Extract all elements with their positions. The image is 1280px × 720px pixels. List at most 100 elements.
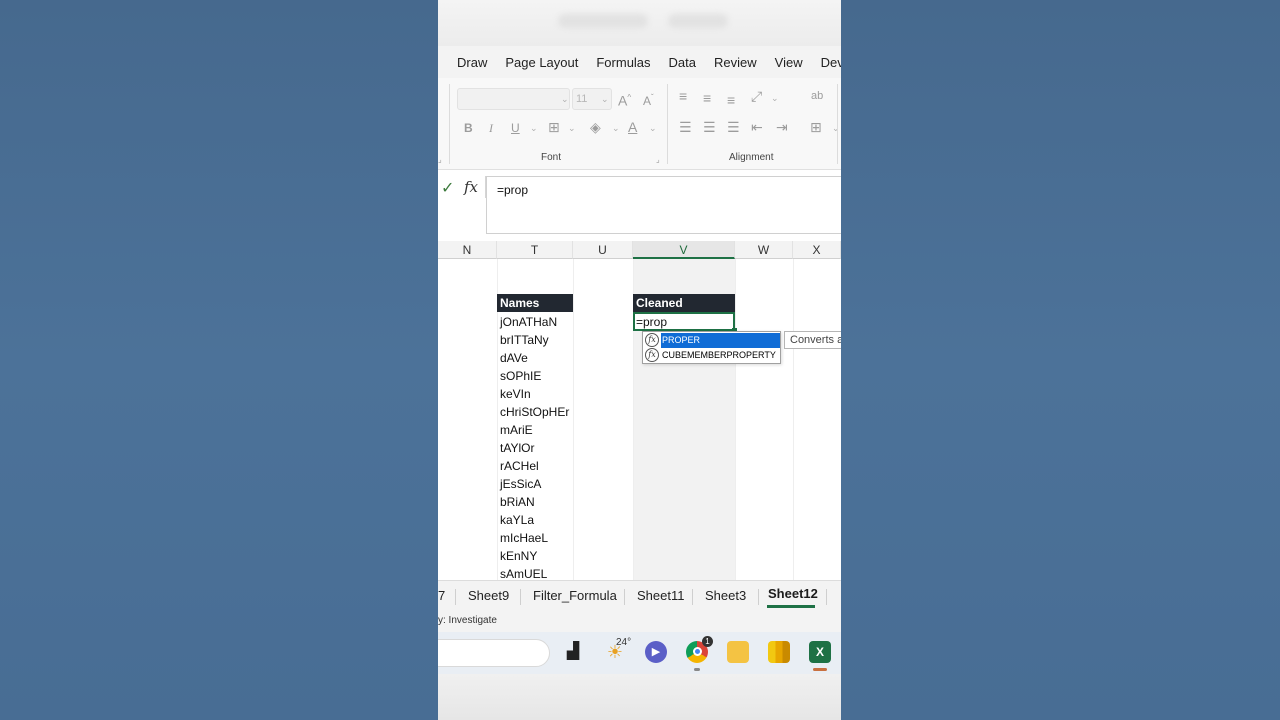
- decrease-indent-icon[interactable]: ⇤: [751, 119, 763, 135]
- align-left-icon[interactable]: ☰: [679, 119, 692, 135]
- file-explorer-icon[interactable]: [727, 641, 749, 663]
- taskbar-search-box[interactable]: [438, 639, 550, 667]
- function-icon: fx: [645, 333, 659, 347]
- menu-developer[interactable]: Develop: [812, 55, 841, 70]
- name-cell[interactable]: jOnATHaN: [500, 313, 557, 331]
- excel-icon[interactable]: X: [809, 641, 831, 663]
- increase-font-size-icon[interactable]: A^: [618, 90, 631, 109]
- cleaned-header-cell[interactable]: Cleaned: [633, 294, 735, 312]
- ribbon-separator: [667, 84, 668, 164]
- sheet-tab-sheet11[interactable]: Sheet11: [637, 588, 684, 603]
- autocomplete-item-proper[interactable]: fx PROPER: [643, 333, 780, 348]
- name-cell[interactable]: dAVe: [500, 349, 528, 367]
- fill-color-icon[interactable]: ◈: [590, 119, 601, 135]
- tab-separator: [624, 589, 625, 605]
- column-header-u[interactable]: U: [573, 241, 633, 259]
- formula-input[interactable]: =prop: [486, 176, 841, 234]
- autocomplete-item-label: CUBEMEMBERPROPERTY: [662, 350, 776, 360]
- ribbon-separator: [837, 84, 838, 164]
- column-header-w[interactable]: W: [735, 241, 793, 259]
- sheet-tab-sheet9[interactable]: Sheet9: [468, 588, 509, 603]
- font-size-value: 11: [576, 93, 588, 105]
- align-right-icon[interactable]: ☰: [727, 119, 740, 135]
- windows-taskbar: ▟ ☀ 24° ▶ 1 X: [438, 632, 841, 674]
- chevron-down-icon: ⌄: [601, 94, 609, 104]
- sheet-tab-filter-formula[interactable]: Filter_Formula: [533, 588, 617, 603]
- menu-data[interactable]: Data: [660, 55, 705, 70]
- sheet-tab-sheet12[interactable]: Sheet12: [768, 586, 818, 601]
- function-tooltip: Converts a: [784, 331, 841, 349]
- ribbon-menu-bar: Draw Page Layout Formulas Data Review Vi…: [438, 46, 841, 78]
- name-cell[interactable]: keVIn: [500, 385, 531, 403]
- font-name-dropdown[interactable]: [457, 88, 570, 110]
- sheet-tab-sheet3[interactable]: Sheet3: [705, 588, 746, 603]
- active-cell-text: =prop: [636, 315, 668, 329]
- sheet-tab-7[interactable]: 7: [438, 588, 445, 603]
- wrap-text-icon[interactable]: ab: [811, 88, 823, 104]
- name-cell[interactable]: cHriStOpHEr: [500, 403, 569, 421]
- alignment-group-label: Alignment: [729, 152, 774, 163]
- merge-center-icon[interactable]: ⊞: [810, 119, 822, 135]
- accessibility-status[interactable]: y: Investigate: [438, 615, 497, 626]
- increase-indent-icon[interactable]: ⇥: [776, 119, 788, 135]
- name-cell[interactable]: kEnNY: [500, 547, 537, 565]
- column-header-n[interactable]: N: [438, 241, 497, 259]
- name-cell[interactable]: tAYlOr: [500, 439, 534, 457]
- decrease-font-size-icon[interactable]: Aˇ: [643, 90, 654, 109]
- excel-window: Draw Page Layout Formulas Data Review Vi…: [438, 0, 841, 720]
- bold-button[interactable]: B: [464, 120, 473, 136]
- power-bi-icon[interactable]: [768, 641, 790, 663]
- status-bar: y: Investigate: [438, 610, 841, 632]
- grid-line: [735, 259, 736, 580]
- italic-button[interactable]: I: [489, 120, 493, 136]
- active-cell-v[interactable]: =prop: [633, 312, 735, 331]
- autocomplete-item-cubememberproperty[interactable]: fx CUBEMEMBERPROPERTY: [643, 348, 780, 363]
- chat-icon[interactable]: ▶: [645, 641, 667, 663]
- tab-separator: [758, 589, 759, 605]
- column-header-x[interactable]: X: [793, 241, 841, 259]
- column-header-v[interactable]: V: [633, 241, 735, 259]
- active-tab-indicator: [767, 605, 815, 608]
- middle-align-icon[interactable]: ≡: [703, 90, 711, 106]
- underline-button[interactable]: U: [511, 120, 520, 136]
- chrome-notification-badge: 1: [702, 636, 713, 647]
- font-color-icon[interactable]: A: [628, 119, 637, 135]
- bottom-align-icon[interactable]: ≡: [727, 92, 735, 108]
- align-center-icon[interactable]: ☰: [703, 119, 716, 135]
- borders-icon[interactable]: ⊞: [548, 119, 560, 135]
- insert-function-icon[interactable]: fx: [464, 178, 478, 196]
- name-cell[interactable]: kaYLa: [500, 511, 534, 529]
- menu-page-layout[interactable]: Page Layout: [496, 55, 587, 70]
- orientation-icon[interactable]: ⤢: [751, 88, 762, 104]
- font-dialog-launcher-icon[interactable]: ⌟: [656, 155, 660, 164]
- chevron-down-icon: ⌄: [832, 123, 840, 133]
- chevron-down-icon: ⌄: [612, 123, 620, 133]
- clipboard-dialog-launcher-icon[interactable]: ⌟: [438, 155, 442, 164]
- function-icon: fx: [645, 348, 659, 362]
- name-cell[interactable]: sOPhIE: [500, 367, 541, 385]
- chevron-down-icon: ⌄: [561, 94, 569, 104]
- names-header-cell[interactable]: Names: [497, 294, 573, 312]
- column-header-t[interactable]: T: [497, 241, 573, 259]
- background-right: [841, 0, 1280, 720]
- background-left: [0, 0, 438, 720]
- grid-line: [793, 259, 794, 580]
- formula-autocomplete-list: fx PROPER fx CUBEMEMBERPROPERTY: [642, 331, 781, 364]
- blurred-bottom-area: [438, 674, 841, 720]
- task-view-icon[interactable]: ▟: [562, 641, 584, 663]
- worksheet-grid[interactable]: Names Cleaned jOnATHaN brITTaNy dAVe sOP…: [438, 259, 841, 581]
- name-cell[interactable]: mAriE: [500, 421, 533, 439]
- name-cell[interactable]: jEsSicA: [500, 475, 541, 493]
- menu-draw[interactable]: Draw: [438, 55, 496, 70]
- menu-formulas[interactable]: Formulas: [587, 55, 659, 70]
- menu-view[interactable]: View: [766, 55, 812, 70]
- name-cell[interactable]: mIcHaeL: [500, 529, 548, 547]
- chevron-down-icon: ⌄: [649, 123, 657, 133]
- enter-check-icon[interactable]: ✓: [441, 178, 454, 198]
- top-align-icon[interactable]: ≡: [679, 88, 687, 104]
- name-cell[interactable]: brITTaNy: [500, 331, 549, 349]
- name-cell[interactable]: rACHel: [500, 457, 539, 475]
- running-indicator: [694, 668, 700, 671]
- menu-review[interactable]: Review: [705, 55, 766, 70]
- name-cell[interactable]: bRiAN: [500, 493, 535, 511]
